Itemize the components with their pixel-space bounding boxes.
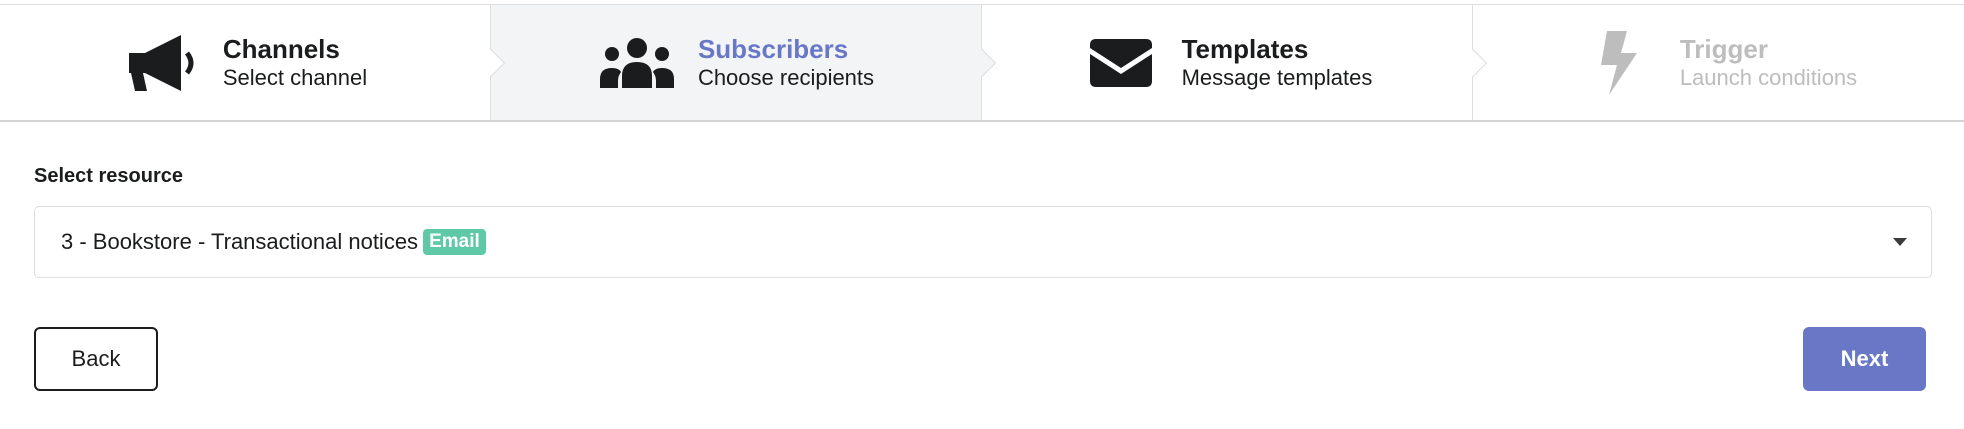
- step-description: Launch conditions: [1679, 65, 1858, 90]
- users-icon: [598, 31, 676, 95]
- megaphone-icon: [123, 31, 201, 95]
- step-description: Choose recipients: [697, 65, 875, 90]
- step-description: Select channel: [222, 65, 368, 90]
- back-button[interactable]: Back: [34, 327, 158, 391]
- next-button[interactable]: Next: [1803, 327, 1926, 391]
- step-title: Trigger: [1679, 34, 1768, 64]
- select-resource-label: Select resource: [34, 165, 183, 187]
- envelope-icon: [1082, 31, 1160, 95]
- step-title: Subscribers: [697, 34, 849, 64]
- dropdown-selected-value: 3 - Bookstore - Transactional notices: [61, 229, 419, 254]
- step-channels[interactable]: Channels Select channel: [0, 5, 506, 120]
- step-title: Channels: [222, 34, 340, 64]
- step-templates[interactable]: Templates Message templates: [982, 5, 1488, 120]
- channel-badge: Email: [423, 229, 486, 255]
- step-trigger: Trigger Launch conditions: [1473, 5, 1964, 120]
- step-subscribers[interactable]: Subscribers Choose recipients: [491, 5, 997, 120]
- resource-dropdown[interactable]: 3 - Bookstore - Transactional notices Em…: [34, 206, 1932, 278]
- steps-progress-bar: Channels Select channel Subscribers Choo…: [0, 4, 1964, 122]
- step-description: Message templates: [1181, 65, 1373, 90]
- step-title: Templates: [1181, 34, 1309, 64]
- chevron-down-icon[interactable]: [1893, 238, 1907, 246]
- bolt-icon: [1580, 30, 1658, 95]
